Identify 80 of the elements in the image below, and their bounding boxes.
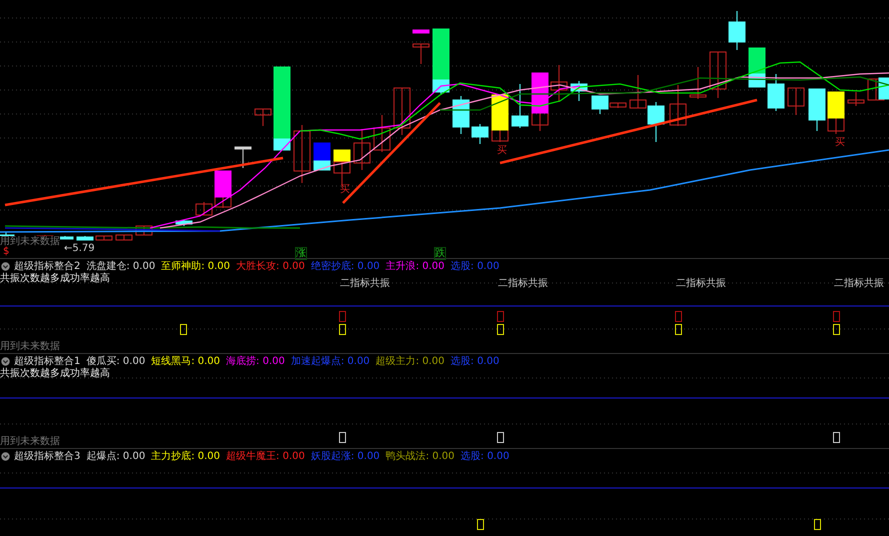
signal-box-icon xyxy=(477,519,484,530)
indicator-value: 主力抄底: 0.00 xyxy=(151,450,220,463)
candlestick xyxy=(354,128,370,170)
signal-box-icon xyxy=(180,324,187,335)
indicator-value: 洗盘建仓: 0.00 xyxy=(86,260,156,272)
candlestick xyxy=(196,202,212,216)
candlestick xyxy=(176,220,192,226)
signal-label: 二指标共振 xyxy=(676,278,726,290)
indicator-value: 海底捞: 0.00 xyxy=(226,354,285,368)
signal-marker: $ xyxy=(3,246,10,257)
signal-label: 二指标共振 xyxy=(498,278,548,290)
candlestick xyxy=(452,96,470,134)
indicator-title: 超级指标整合1 xyxy=(14,354,80,368)
signal-marker: 买 xyxy=(340,184,350,195)
candlestick xyxy=(710,52,726,98)
signal-box-icon xyxy=(675,324,682,335)
signal-box-icon xyxy=(339,324,346,335)
indicator-title: 超级指标整合2 xyxy=(14,260,80,272)
indicator-value: 妖股起涨: 0.00 xyxy=(310,450,380,463)
indicator-value: 鸭头战法: 0.00 xyxy=(386,450,455,463)
candlestick xyxy=(768,74,784,112)
signal-box-icon xyxy=(833,311,840,322)
candlestick xyxy=(374,114,390,152)
signal-box-icon xyxy=(833,324,840,335)
footnote-text: 用到未来数据 xyxy=(0,436,60,448)
candlestick xyxy=(234,146,252,168)
note-text: 共振次数越多成功率越高 xyxy=(0,368,110,380)
indicator-value: 加速起爆点: 0.00 xyxy=(290,354,370,368)
indicator-value: 至师神助: 0.00 xyxy=(161,260,230,273)
indicator-value: 傻瓜买: 0.00 xyxy=(86,354,146,368)
candlestick xyxy=(670,84,686,126)
candlestick xyxy=(96,236,112,240)
candlestick xyxy=(630,74,646,108)
note-text: 共振次数越多成功率越高 xyxy=(0,273,110,285)
candlestick xyxy=(116,234,132,240)
signal-box-icon xyxy=(675,311,682,322)
signal-label: 二指标共振 xyxy=(834,278,884,290)
signal-box-icon xyxy=(497,432,504,443)
candlestick xyxy=(254,108,272,126)
footnote-text: 用到未来数据 xyxy=(0,341,60,353)
signal-marker: 买 xyxy=(497,145,507,156)
indicator-value: 绝密抄底: 0.00 xyxy=(310,260,380,273)
candlestick xyxy=(808,88,826,132)
indicator-title: 超级指标整合3 xyxy=(14,450,80,463)
candlestick xyxy=(394,88,410,136)
indicator-value: 起爆点: 0.00 xyxy=(86,450,146,463)
candlestick xyxy=(214,170,232,198)
candlestick xyxy=(848,92,864,106)
candlestick xyxy=(412,30,430,34)
candlestick xyxy=(788,88,804,116)
signal-box-icon xyxy=(814,519,821,530)
signal-box-icon xyxy=(339,432,346,443)
collapse-icon[interactable] xyxy=(1,452,10,460)
signal-marker: 买 xyxy=(835,137,845,148)
signal-box-icon xyxy=(339,311,346,322)
candlestick xyxy=(472,124,488,144)
indicator-value: 超级主力: 0.00 xyxy=(376,354,445,368)
indicator-value: 选股: 0.00 xyxy=(450,260,500,273)
candlestick xyxy=(570,80,588,102)
candlestick xyxy=(728,10,746,50)
signal-box-icon xyxy=(497,324,504,335)
indicator-value: 大胜长攻: 0.00 xyxy=(236,260,305,273)
collapse-icon[interactable] xyxy=(1,262,10,270)
candlestick xyxy=(690,66,706,100)
signal-box-icon xyxy=(833,432,840,443)
collapse-icon[interactable] xyxy=(1,356,10,366)
candlestick xyxy=(550,64,568,102)
indicator-value: 超级牛魔王: 0.00 xyxy=(226,450,305,463)
indicator-value: 选股: 0.00 xyxy=(450,354,500,368)
candlestick xyxy=(412,44,430,64)
candlestick xyxy=(294,124,310,184)
candlestick xyxy=(76,236,94,240)
indicator-value: 主升浪: 0.00 xyxy=(386,260,445,273)
signal-label: 二指标共振 xyxy=(340,278,390,290)
signal-box-icon xyxy=(497,311,504,322)
candlestick xyxy=(512,84,528,128)
indicator-value: 选股: 0.00 xyxy=(460,450,510,463)
indicator-value: 短线黑马: 0.00 xyxy=(151,354,220,368)
candlestick xyxy=(648,102,664,142)
candlestick xyxy=(136,226,152,236)
